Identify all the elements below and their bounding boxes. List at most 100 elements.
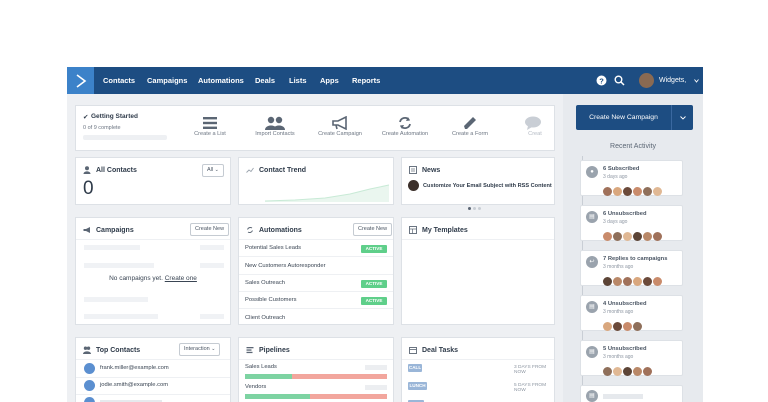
subscriber-avatar[interactable] <box>633 277 642 286</box>
subscriber-avatar[interactable] <box>623 232 632 241</box>
subscriber-avatar[interactable] <box>613 322 622 331</box>
divider <box>402 359 554 360</box>
divider <box>76 377 230 378</box>
create-campaign-label[interactable]: Create Campaign <box>310 131 370 137</box>
subscriber-avatar[interactable] <box>633 232 642 241</box>
nav-campaigns[interactable]: Campaigns <box>147 67 187 94</box>
news-icon <box>409 166 417 174</box>
placeholder-line <box>200 263 224 268</box>
template-icon <box>409 226 417 234</box>
subscriber-avatar[interactable] <box>643 187 652 196</box>
account-name[interactable]: Widgets, <box>659 67 686 94</box>
top-contacts-card: Top Contacts Interaction ⌄ frank.miller@… <box>75 337 231 402</box>
svg-text:?: ? <box>599 76 604 85</box>
subscriber-avatar[interactable] <box>653 232 662 241</box>
subscriber-avatar[interactable] <box>643 232 652 241</box>
subscriber-avatar[interactable] <box>613 232 622 241</box>
chevron-down-icon <box>679 115 686 120</box>
news-page-dot-active[interactable] <box>468 207 471 210</box>
subscriber-avatar[interactable] <box>653 187 662 196</box>
automation-row-name[interactable]: Sales Outreach <box>245 280 285 286</box>
subscriber-avatar[interactable] <box>643 277 652 286</box>
divider <box>76 359 230 360</box>
subscriber-avatar[interactable] <box>603 367 612 376</box>
activity-faces <box>603 228 663 241</box>
pipeline-name[interactable]: Sales Leads <box>245 364 277 370</box>
help-icon[interactable]: ? <box>596 75 607 86</box>
subscriber-avatar[interactable] <box>603 187 612 196</box>
subscriber-avatar[interactable] <box>623 277 632 286</box>
create-campaign-dropdown[interactable] <box>671 105 693 130</box>
nav-lists[interactable]: Lists <box>289 67 307 94</box>
create-campaign-button[interactable]: Create New <box>190 223 230 236</box>
subscriber-avatar[interactable] <box>623 187 632 196</box>
automation-row-name[interactable]: Possible Customers <box>245 297 297 303</box>
people-icon <box>83 346 91 354</box>
logo[interactable] <box>67 67 94 94</box>
subscriber-avatar[interactable] <box>653 277 662 286</box>
subscriber-avatar[interactable] <box>633 367 642 376</box>
divider <box>239 291 393 292</box>
create-automation-label[interactable]: Create Automation <box>375 131 435 137</box>
news-page-dot[interactable] <box>478 207 481 210</box>
campaigns-empty-state: No campaigns yet. Create one <box>76 275 230 282</box>
contact-email[interactable]: jodie.smith@example.com <box>100 382 168 388</box>
top-nav: Contacts Campaigns Automations Deals Lis… <box>67 67 703 94</box>
automation-row-name[interactable]: New Customers Autoresponder <box>245 263 326 269</box>
create-chat-label[interactable]: Creat <box>516 131 554 137</box>
activity-card[interactable]: ▤ 4 Unsubscribed 3 months ago <box>580 295 683 331</box>
pipeline-name[interactable]: Vendors <box>245 384 266 390</box>
nav-reports[interactable]: Reports <box>352 67 380 94</box>
progress-text: 0 of 9 complete <box>83 125 121 131</box>
subscriber-avatar[interactable] <box>603 277 612 286</box>
chat-icon <box>525 116 541 130</box>
nav-contacts[interactable]: Contacts <box>103 67 135 94</box>
calendar-icon <box>409 347 417 354</box>
placeholder-line <box>200 314 224 319</box>
search-icon[interactable] <box>614 75 625 86</box>
subscriber-avatar[interactable] <box>623 367 632 376</box>
news-pager <box>468 197 481 215</box>
subscriber-avatar[interactable] <box>613 277 622 286</box>
subscriber-avatar[interactable] <box>603 232 612 241</box>
chevron-down-icon[interactable] <box>694 79 699 83</box>
create-one-link[interactable]: Create one <box>165 275 197 282</box>
import-contacts-label[interactable]: Import Contacts <box>245 131 305 137</box>
create-list-label[interactable]: Create a List <box>180 131 240 137</box>
contact-email[interactable]: frank.miller@example.com <box>100 365 169 371</box>
activity-card[interactable]: ↩ 7 Replies to campaigns 3 months ago <box>580 250 683 286</box>
news-page-dot[interactable] <box>473 207 476 210</box>
automation-row-name[interactable]: Client Outreach <box>245 315 285 321</box>
create-automation-button[interactable]: Create New <box>353 223 393 236</box>
subscriber-avatar[interactable] <box>623 322 632 331</box>
contacts-filter-select[interactable]: All ⌄ <box>202 164 224 177</box>
subscriber-avatar[interactable] <box>613 187 622 196</box>
news-headline[interactable]: Customize Your Email Subject with RSS Co… <box>423 183 552 189</box>
activity-title: 6 Subscribed <box>603 166 640 172</box>
automation-row-name[interactable]: Potential Sales Leads <box>245 245 301 251</box>
nav-apps[interactable]: Apps <box>320 67 339 94</box>
activity-card[interactable]: ● 6 Subscribed 3 days ago <box>580 160 683 196</box>
activity-card[interactable]: ▤ 5 Unsubscribed 3 months ago <box>580 340 683 376</box>
activity-card[interactable]: ▤ <box>580 385 683 402</box>
top-contacts-filter-select[interactable]: Interaction ⌄ <box>179 343 221 356</box>
campaigns-title: Campaigns <box>96 227 134 234</box>
placeholder-line <box>365 385 387 390</box>
subscriber-avatar[interactable] <box>633 322 642 331</box>
account-avatar[interactable] <box>639 73 654 88</box>
pipelines-title: Pipelines <box>259 347 290 354</box>
create-form-label[interactable]: Create a Form <box>440 131 500 137</box>
subscriber-avatar[interactable] <box>643 367 652 376</box>
create-new-campaign-button[interactable]: Create New Campaign <box>576 105 671 130</box>
nav-automations[interactable]: Automations <box>198 67 244 94</box>
divider <box>239 256 393 257</box>
subscriber-avatar[interactable] <box>613 367 622 376</box>
activity-card[interactable]: ▤ 6 Unsubscribed 3 days ago <box>580 205 683 241</box>
pipelines-card: Pipelines Sales Leads Vendors <box>238 337 394 402</box>
subscriber-avatar[interactable] <box>633 187 642 196</box>
nav-deals[interactable]: Deals <box>255 67 275 94</box>
divider <box>76 394 230 395</box>
mail-icon: ▤ <box>586 346 598 358</box>
divider <box>402 239 554 240</box>
subscriber-avatar[interactable] <box>603 322 612 331</box>
